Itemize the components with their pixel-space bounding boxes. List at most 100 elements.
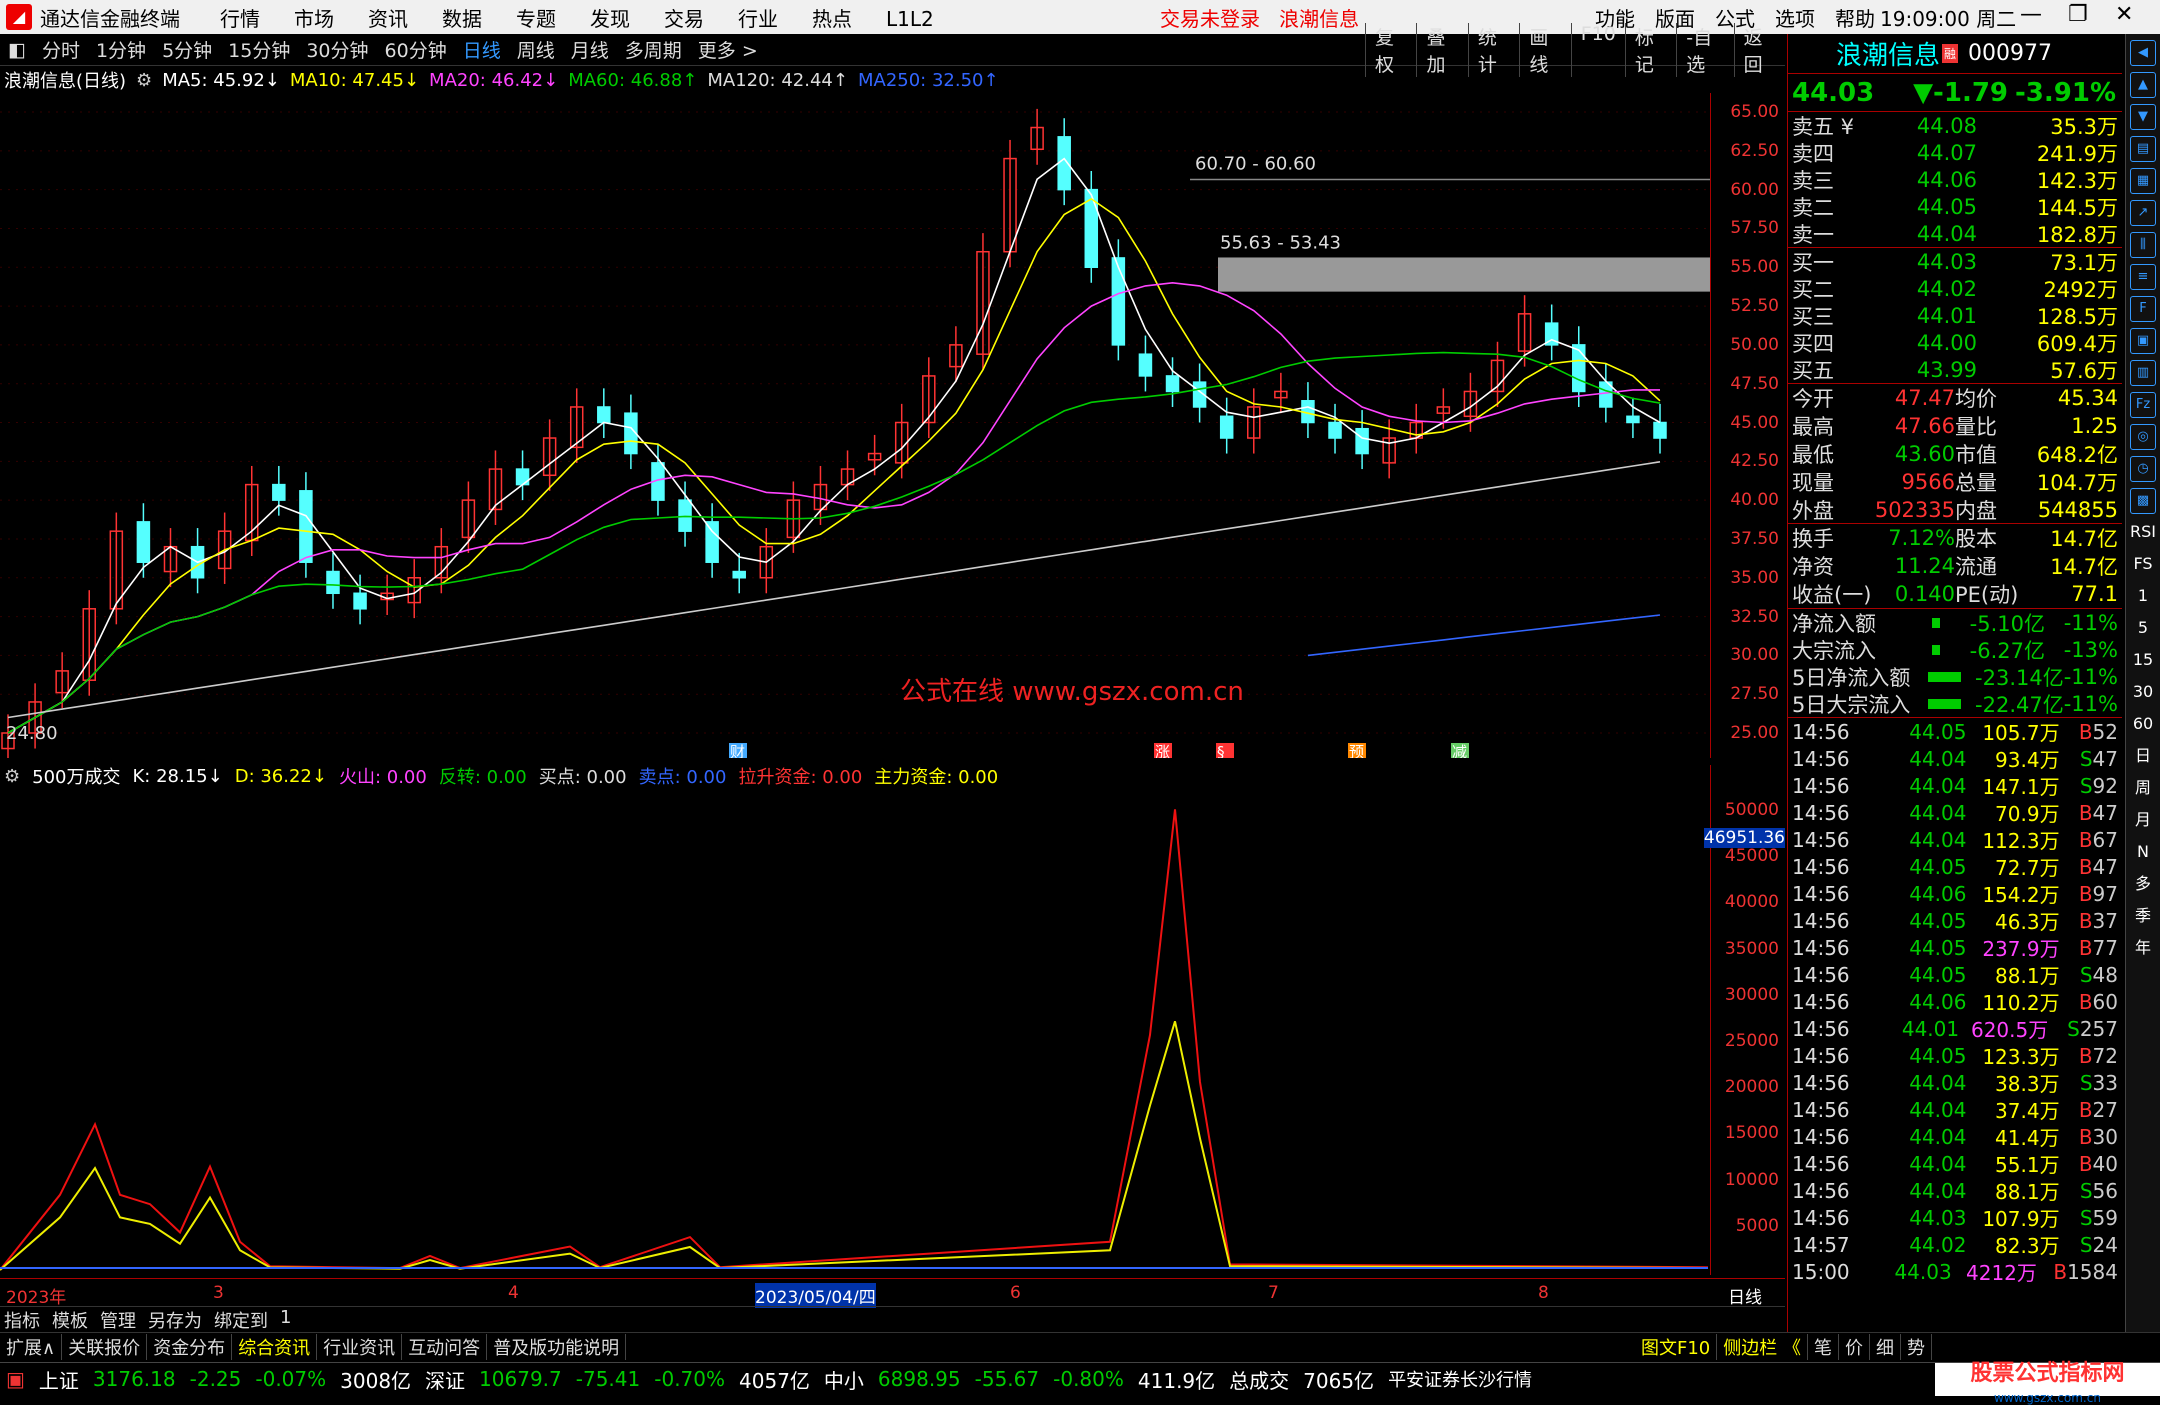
tick-row[interactable]: 14:56 44.03 107.9万 S 59 (1788, 1204, 2122, 1232)
right-tab-4[interactable]: 细 (1870, 1333, 1901, 1360)
sidebar-label-11[interactable]: 多 (2130, 872, 2156, 898)
tool-button-7[interactable]: 返回 (1733, 22, 1785, 77)
chart-icon[interactable]: ▤ (2130, 136, 2156, 162)
bottom-tab-5[interactable]: 互动问答 (402, 1333, 488, 1360)
candle-icon[interactable]: ⫼ (2130, 232, 2156, 258)
ask-row[interactable]: 卖四 44.07 241.9万 (1788, 139, 2122, 166)
menu-7[interactable]: 行业 (738, 7, 778, 31)
tick-row[interactable]: 14:56 44.04 41.4万 B 30 (1788, 1123, 2122, 1151)
tick-row[interactable]: 14:56 44.05 237.9万 B 77 (1788, 934, 2122, 962)
minimize-icon[interactable]: — (2020, 2, 2042, 27)
tick-row[interactable]: 14:56 44.05 123.3万 B 72 (1788, 1042, 2122, 1070)
ask-row[interactable]: 卖五 ¥ 44.08 35.3万 (1788, 112, 2122, 139)
sidebar-label-5[interactable]: 30 (2130, 680, 2156, 706)
sidebar-label-1[interactable]: FS (2130, 552, 2156, 578)
right-tab-0[interactable]: 图文F10 (1635, 1333, 1718, 1360)
ask-row[interactable]: 卖二 44.05 144.5万 (1788, 193, 2122, 220)
right-tab-1[interactable]: 侧边栏 《 (1717, 1333, 1808, 1360)
sidebar-label-6[interactable]: 60 (2130, 712, 2156, 738)
period-tab-0[interactable]: 分时 (34, 36, 88, 63)
zx-index-label[interactable]: 中小 (824, 1365, 864, 1394)
search-icon[interactable]: ◎ (2130, 424, 2156, 450)
period-tab-9[interactable]: 多周期 (617, 36, 690, 63)
arrow-up-icon[interactable]: ▲ (2130, 72, 2156, 98)
tick-row[interactable]: 14:56 44.04 147.1万 S 92 (1788, 772, 2122, 800)
bid-row[interactable]: 买一 44.03 73.1万 (1788, 248, 2122, 275)
menu-1[interactable]: 市场 (294, 7, 334, 31)
right-tab-2[interactable]: 笔 (1808, 1333, 1839, 1360)
ask-row[interactable]: 卖一 44.04 182.8万 (1788, 220, 2122, 247)
menu-5[interactable]: 发现 (590, 7, 630, 31)
menu-4[interactable]: 专题 (516, 7, 556, 31)
f10-icon[interactable]: F (2130, 296, 2156, 322)
ask-row[interactable]: 卖三 44.06 142.3万 (1788, 166, 2122, 193)
sz-index-label[interactable]: 深证 (425, 1365, 465, 1394)
menu-9[interactable]: L1L2 (886, 7, 934, 31)
right-menu-4[interactable]: 帮助 (1835, 3, 1875, 32)
tick-row[interactable]: 14:56 44.05 88.1万 S 48 (1788, 961, 2122, 989)
sidebar-label-2[interactable]: 1 (2130, 584, 2156, 610)
period-tab-8[interactable]: 月线 (563, 36, 617, 63)
stats-icon[interactable]: ▩ (2130, 488, 2156, 514)
sidebar-label-9[interactable]: 月 (2130, 808, 2156, 834)
news-icon[interactable]: ▣ (2130, 328, 2156, 354)
tick-row[interactable]: 14:56 44.01 620.5万 S 257 (1788, 1015, 2122, 1043)
sidebar-label-8[interactable]: 周 (2130, 776, 2156, 802)
bottom-tab-0[interactable]: 扩展∧ (0, 1333, 63, 1360)
login-status[interactable]: 交易未登录 浪潮信息 (1160, 3, 1359, 32)
bottom-tab-2[interactable]: 资金分布 (147, 1333, 233, 1360)
tick-row[interactable]: 15:00 44.03 4212万 B 1584 (1788, 1258, 2122, 1286)
period-tab-4[interactable]: 30分钟 (298, 36, 376, 63)
tick-row[interactable]: 14:56 44.04 70.9万 B 47 (1788, 799, 2122, 827)
restore-icon[interactable]: ❐ (2068, 2, 2088, 27)
sidebar-label-4[interactable]: 15 (2130, 648, 2156, 674)
tick-row[interactable]: 14:57 44.02 82.3万 S 24 (1788, 1231, 2122, 1259)
sidebar-label-7[interactable]: 日 (2130, 744, 2156, 770)
trend-icon[interactable]: ↗ (2130, 200, 2156, 226)
tick-row[interactable]: 14:56 44.04 38.3万 S 33 (1788, 1069, 2122, 1097)
sidebar-label-12[interactable]: 季 (2130, 904, 2156, 930)
collapse-icon[interactable]: ◧ (0, 39, 34, 61)
settings-icon[interactable]: ⚙ (4, 766, 20, 787)
tick-row[interactable]: 14:56 44.04 112.3万 B 67 (1788, 826, 2122, 854)
period-tab-7[interactable]: 周线 (509, 36, 563, 63)
period-tab-5[interactable]: 60分钟 (377, 36, 455, 63)
indicator-tool-4[interactable]: 绑定到 (214, 1307, 268, 1332)
indicator-tool-3[interactable]: 另存为 (148, 1307, 202, 1332)
menu-0[interactable]: 行情 (220, 7, 260, 31)
table-icon[interactable]: ▦ (2130, 168, 2156, 194)
period-tab-3[interactable]: 15分钟 (220, 36, 298, 63)
tick-row[interactable]: 14:56 44.06 154.2万 B 97 (1788, 880, 2122, 908)
close-icon[interactable]: ✕ (2115, 2, 2133, 27)
sidebar-label-10[interactable]: N (2130, 840, 2156, 866)
period-tab-1[interactable]: 1分钟 (88, 36, 154, 63)
indicator-tool-1[interactable]: 模板 (52, 1307, 88, 1332)
sidebar-label-3[interactable]: 5 (2130, 616, 2156, 642)
tick-row[interactable]: 14:56 44.05 72.7万 B 47 (1788, 853, 2122, 881)
grid-icon[interactable]: ▥ (2130, 360, 2156, 386)
menu-2[interactable]: 资讯 (368, 7, 408, 31)
tick-row[interactable]: 14:56 44.04 37.4万 B 27 (1788, 1096, 2122, 1124)
kline-chart[interactable]: 66.22 60.70 - 60.60 55.63 - 53.43 24.80 公式在线… (0, 93, 1710, 758)
bottom-tab-4[interactable]: 行业资讯 (317, 1333, 403, 1360)
indicator-tool-0[interactable]: 指标 (4, 1307, 40, 1332)
clock-icon[interactable]: ◷ (2130, 456, 2156, 482)
tick-row[interactable]: 14:56 44.04 88.1万 S 56 (1788, 1177, 2122, 1205)
bid-row[interactable]: 买二 44.02 2492万 (1788, 275, 2122, 302)
menu-6[interactable]: 交易 (664, 7, 704, 31)
tick-row[interactable]: 14:56 44.06 110.2万 B 60 (1788, 988, 2122, 1016)
period-tab-2[interactable]: 5分钟 (154, 36, 220, 63)
tick-list[interactable]: 14:56 44.05 105.7万 B 52 14:56 44.04 93.4万 S 47 14:… (1788, 718, 2122, 1286)
period-tab-6[interactable]: 日线 (455, 36, 509, 63)
sh-index-label[interactable]: 上证 (39, 1365, 79, 1394)
right-tab-3[interactable]: 价 (1839, 1333, 1870, 1360)
menu-3[interactable]: 数据 (442, 7, 482, 31)
right-tab-5[interactable]: 势 (1901, 1333, 1932, 1360)
tick-row[interactable]: 14:56 44.04 93.4万 S 47 (1788, 745, 2122, 773)
menu-8[interactable]: 热点 (812, 7, 852, 31)
list-icon[interactable]: ≡ (2130, 264, 2156, 290)
bottom-tab-6[interactable]: 普及版功能说明 (487, 1333, 627, 1360)
bottom-tab-3[interactable]: 综合资讯 (232, 1333, 318, 1360)
period-tab-10[interactable]: 更多 > (690, 36, 766, 63)
arrow-down-icon[interactable]: ▼ (2130, 104, 2156, 130)
